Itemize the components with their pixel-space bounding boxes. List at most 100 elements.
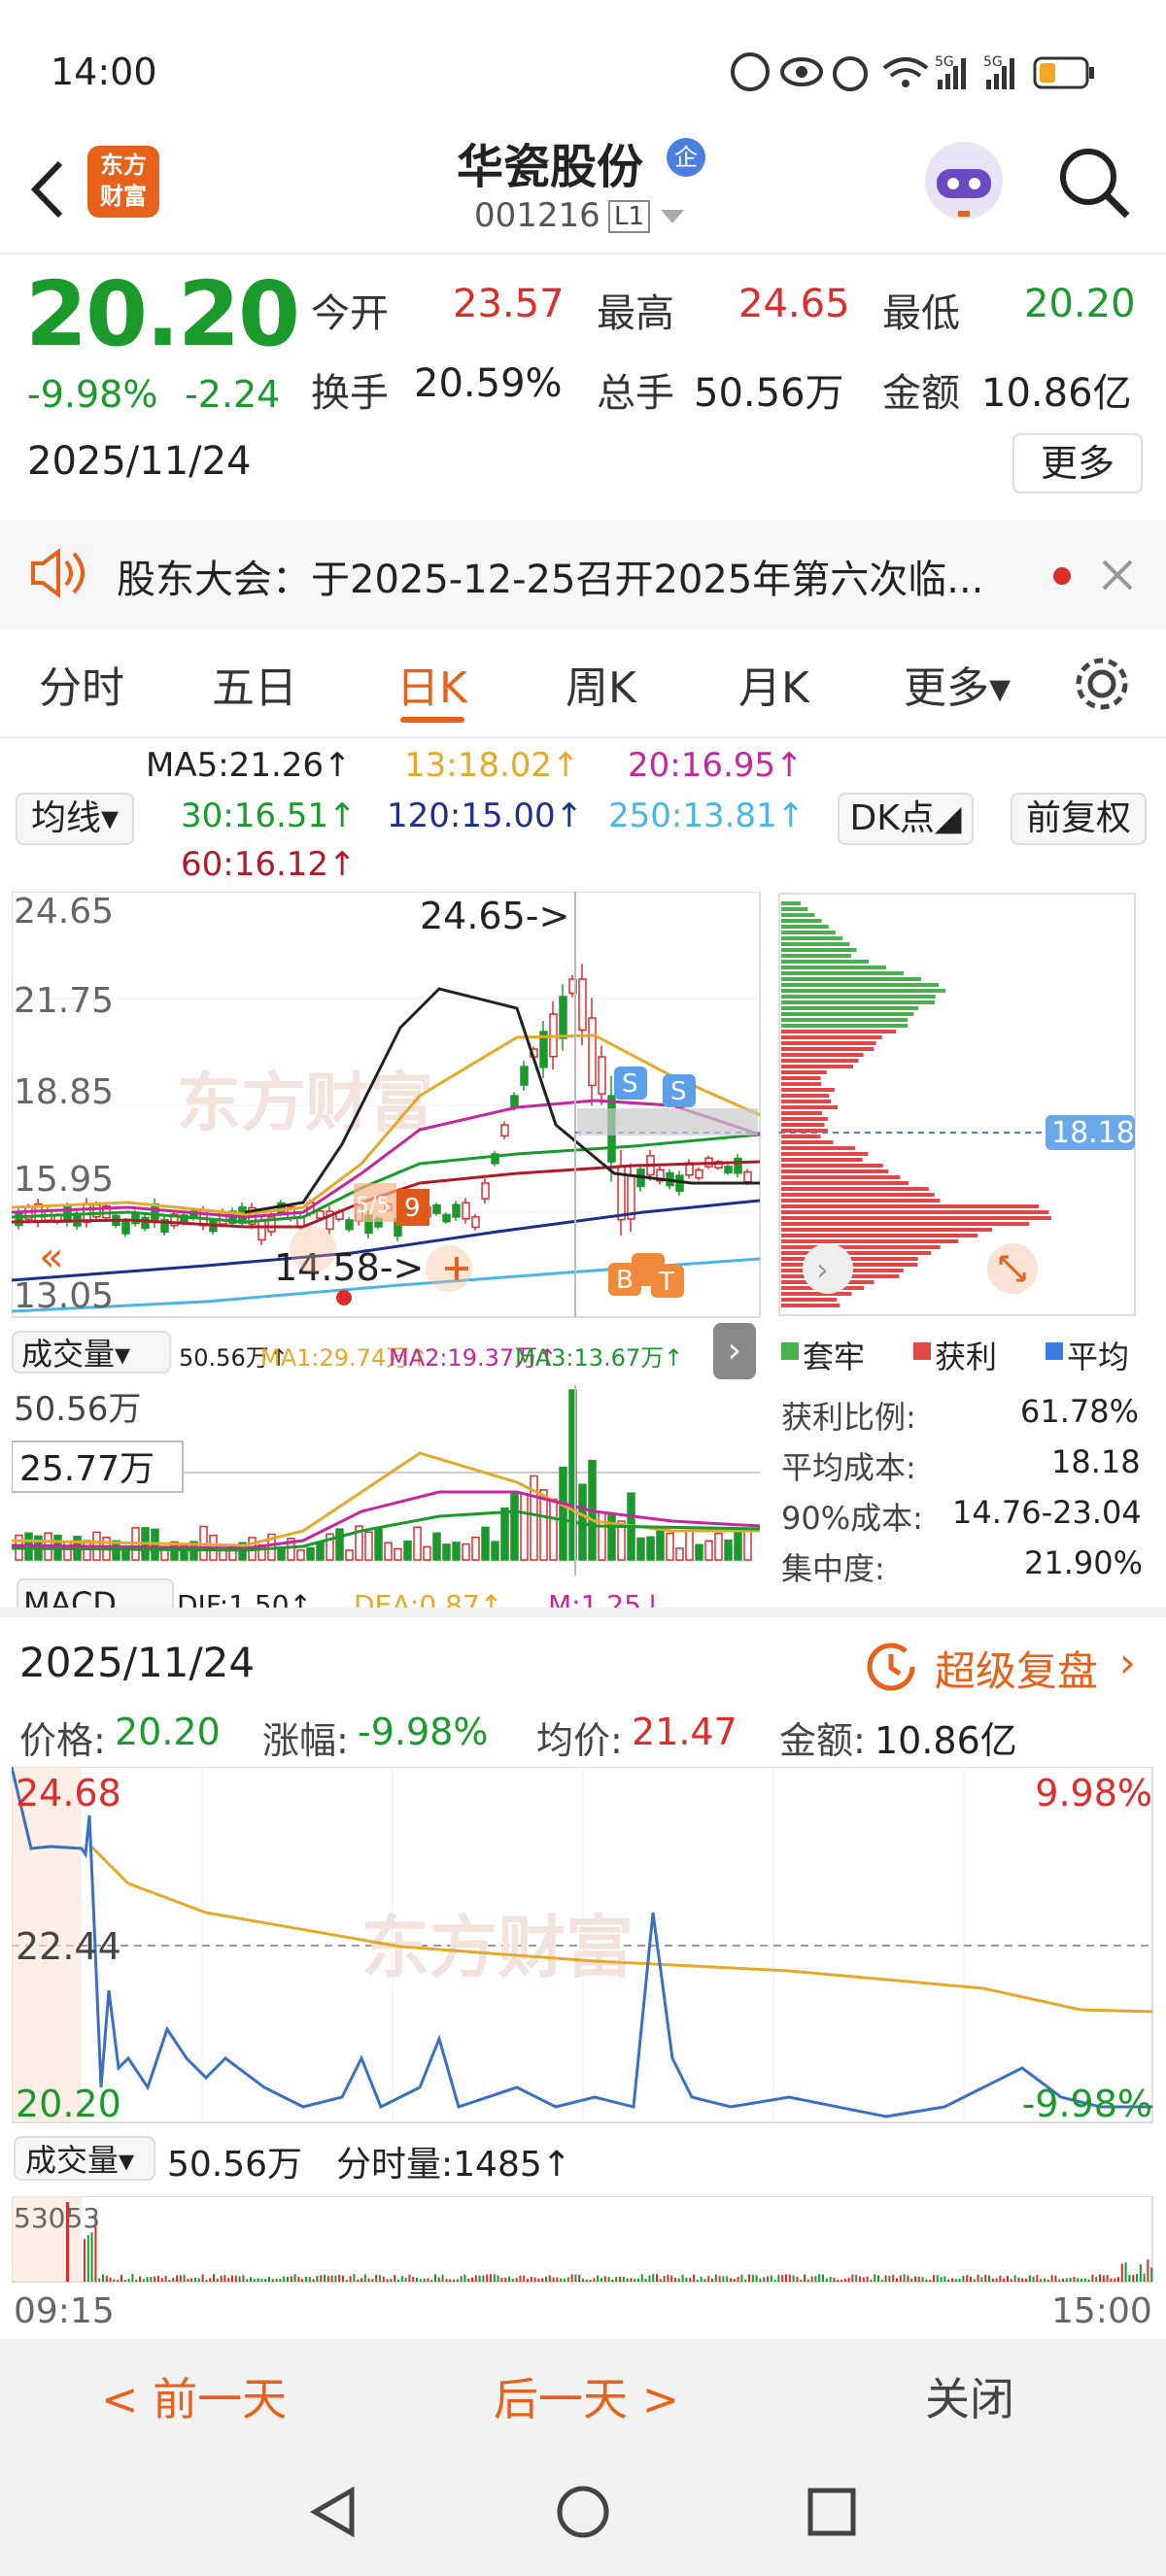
intraday-volume-bar — [862, 2277, 865, 2282]
intraday-volume-bar — [1036, 2275, 1039, 2282]
intraday-volume-bar — [980, 2277, 983, 2282]
history-icon[interactable] — [865, 1641, 917, 1693]
super-replay-link[interactable]: 超级复盘 — [935, 1639, 1098, 1698]
candle — [442, 1213, 451, 1223]
tab-weekly-k[interactable]: 周K — [566, 653, 636, 715]
volume-bar — [345, 1549, 354, 1561]
intraday-volume-bar — [603, 2276, 606, 2282]
tab-intraday[interactable]: 分时 — [39, 653, 124, 715]
active-tab-indicator — [400, 717, 464, 723]
intraday-volume-bar — [874, 2274, 876, 2282]
svg-text:S: S — [622, 1069, 638, 1099]
legend-trapped-swatch — [781, 1342, 799, 1360]
intraday-volume-bar — [943, 2276, 946, 2282]
candle — [462, 1202, 470, 1220]
intraday-volume-bar — [86, 2235, 89, 2282]
speaker-icon — [31, 548, 85, 598]
app-logo[interactable]: 东方 财富 — [87, 146, 159, 218]
intraday-volume-bar — [533, 2277, 536, 2282]
close-button[interactable]: 关闭 — [925, 2364, 1014, 2428]
intraday-volume-bar — [250, 2277, 252, 2282]
intraday-volume-bar — [312, 2279, 315, 2282]
intraday-volume-bar — [652, 2274, 655, 2282]
intraday-volume-bar — [896, 2278, 898, 2282]
intraday-volume-bar — [260, 2279, 263, 2282]
chevron-right-icon[interactable]: › — [1119, 1639, 1136, 1686]
intraday-volume-bar — [419, 2279, 422, 2282]
intraday-volume-bar — [301, 2279, 304, 2282]
intraday-volume-bar — [892, 2274, 895, 2282]
volume-bar — [296, 1549, 305, 1561]
notice-bar[interactable]: 股东大会：于2025-12-25召开2025年第六次临... — [0, 521, 1166, 629]
candle — [520, 1066, 529, 1086]
close-icon[interactable] — [1098, 556, 1137, 594]
intraday-volume-chart[interactable]: 53053 — [12, 2196, 1154, 2284]
next-day-button[interactable]: 后一天 > — [494, 2364, 679, 2428]
intraday-volume-bar — [777, 2274, 780, 2282]
gear-icon[interactable] — [1069, 651, 1135, 717]
intraday-volume-bar — [456, 2279, 459, 2282]
volume-bar — [520, 1493, 529, 1561]
nav-back-icon[interactable] — [307, 2485, 361, 2539]
intraday-volume-bar — [1062, 2278, 1064, 2282]
nav-home-icon[interactable] — [556, 2485, 610, 2539]
chip-stat-label: 获利比例: — [781, 1399, 916, 1436]
intraday-volume-bar — [615, 2277, 618, 2282]
intraday-volume-bar — [139, 2276, 141, 2282]
intraday-volume-bar — [504, 2277, 507, 2282]
intraday-volume-bar — [453, 2279, 455, 2282]
system-nav-bar — [0, 2446, 1166, 2576]
intraday-volume-bar — [467, 2278, 470, 2282]
time-end: 15:00 — [1051, 2291, 1152, 2331]
chip-distribution-chart[interactable]: 18.18 › — [777, 892, 1139, 1319]
panel-expand-arrow[interactable]: › — [713, 1323, 756, 1379]
volume-indicator-select[interactable]: 成交量▾ — [12, 1331, 171, 1373]
volume-bar — [277, 1546, 286, 1561]
intraday-volume-bar — [659, 2279, 662, 2282]
volume-chart[interactable]: 50.56万 25.77万 MACD DIF:1.50↑ DEA:0.87↑ M… — [12, 1385, 762, 1628]
tab-monthly-k[interactable]: 月K — [738, 653, 809, 715]
chip-bar — [781, 1304, 840, 1307]
chip-bar — [781, 1234, 978, 1237]
volume-bar — [335, 1528, 344, 1561]
tab-more[interactable]: 更多▾ — [904, 653, 1011, 715]
prev-day-button[interactable]: < 前一天 — [101, 2364, 287, 2428]
intraday-volume-bar — [607, 2277, 610, 2282]
robot-assistant-icon[interactable] — [919, 136, 1009, 225]
dk-point-button[interactable]: DK点◢ — [838, 793, 974, 845]
level-badge[interactable]: L1 — [608, 200, 651, 233]
intraday-volume-bar — [449, 2279, 452, 2282]
code-dropdown-icon[interactable] — [661, 210, 684, 225]
more-button[interactable]: 更多 — [1012, 433, 1143, 493]
intraday-volume-bar — [1139, 2264, 1142, 2282]
intraday-volume-bar — [168, 2279, 171, 2282]
open-value: 23.57 — [453, 282, 565, 326]
low-label: 最低 — [882, 291, 960, 336]
intraday-volume-select[interactable]: 成交量▾ — [14, 2136, 155, 2181]
candle — [481, 1182, 490, 1200]
tab-daily-k[interactable]: 日K — [396, 653, 467, 715]
chip-bar — [781, 1105, 839, 1109]
panel-price-label: 价格: — [19, 1719, 106, 1762]
intraday-volume-bar — [755, 2275, 758, 2282]
svg-text:S: S — [670, 1077, 687, 1106]
nav-recents-icon[interactable] — [806, 2487, 857, 2537]
tab-five-day[interactable]: 五日 — [212, 653, 297, 715]
adjust-button[interactable]: 前复权 — [1011, 793, 1147, 845]
vol-cursor-label: 25.77万 — [19, 1449, 154, 1489]
intraday-volume-bar — [471, 2277, 473, 2282]
intraday-volume-bar — [707, 2276, 710, 2282]
kline-chart[interactable]: 东方财富 24.65 21.75 18.85 15.95 13.05 24.65… — [12, 892, 762, 1319]
intraday-volume-bar — [833, 2277, 836, 2282]
intraday-volume-bar — [674, 2277, 676, 2282]
intraday-volume-bar — [804, 2274, 806, 2282]
intraday-volume-bar — [334, 2275, 337, 2282]
change-value: -2.24 — [185, 373, 281, 416]
chip-bar — [781, 1210, 1049, 1214]
intraday-volume-bar — [991, 2278, 994, 2282]
search-icon[interactable] — [1055, 144, 1133, 221]
chip-bar — [781, 1228, 992, 1232]
ma-select[interactable]: 均线▾ — [16, 793, 134, 845]
svg-text:24.65: 24.65 — [14, 892, 114, 932]
back-icon[interactable] — [23, 155, 72, 223]
